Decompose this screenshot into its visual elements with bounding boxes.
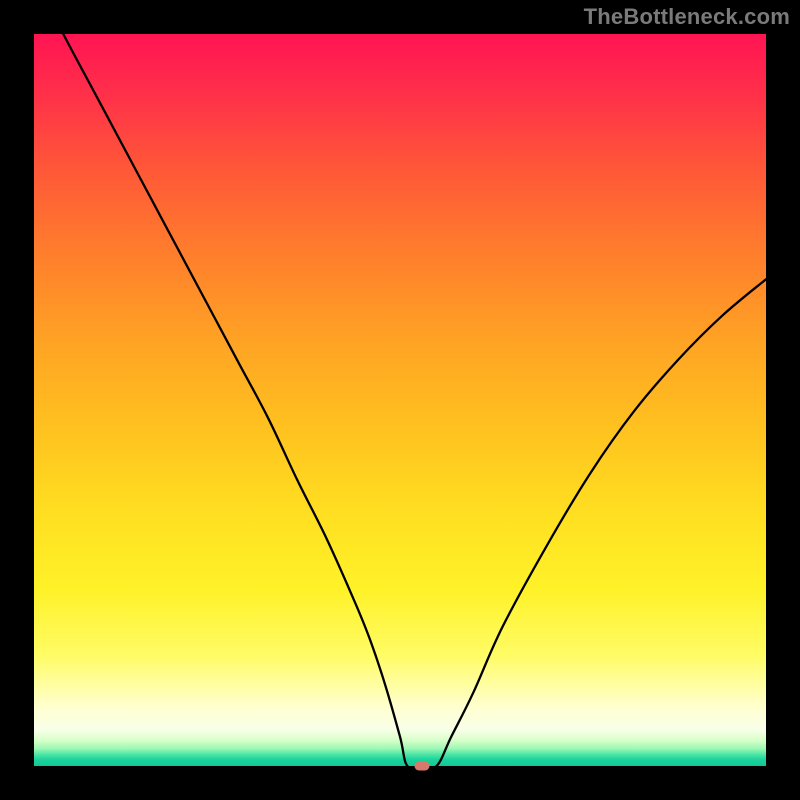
bottleneck-curve xyxy=(34,34,766,766)
chart-frame: TheBottleneck.com xyxy=(0,0,800,800)
plot-area xyxy=(34,34,766,766)
attribution-text: TheBottleneck.com xyxy=(584,4,790,30)
optimal-marker xyxy=(414,762,429,771)
